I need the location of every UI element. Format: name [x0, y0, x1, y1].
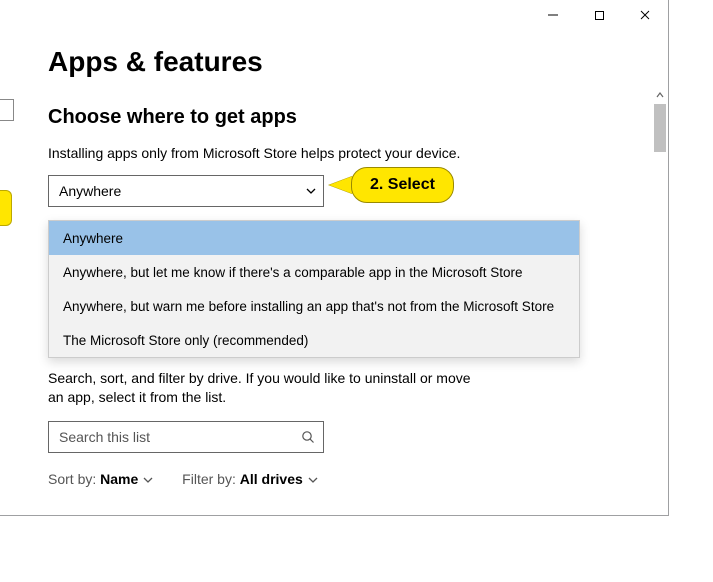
cropped-annotation-fragment [0, 190, 12, 226]
settings-window: Apps & features Choose where to get apps… [0, 0, 669, 516]
maximize-button[interactable] [576, 0, 622, 30]
app-source-dropdown: Anywhere Anywhere, but let me know if th… [48, 220, 580, 358]
chevron-down-icon [142, 474, 154, 486]
filter-by-button[interactable]: Filter by: All drives [182, 471, 319, 487]
app-source-select-value: Anywhere [59, 183, 121, 199]
section-helper-text: Installing apps only from Microsoft Stor… [48, 145, 640, 161]
vertical-scrollbar[interactable] [654, 88, 666, 513]
scroll-up-arrow-icon[interactable] [654, 88, 666, 102]
callout-pointer-icon [329, 176, 353, 194]
annotation-callout: 2. Select [329, 167, 454, 203]
app-source-select[interactable]: Anywhere [48, 175, 324, 207]
page-title: Apps & features [48, 46, 640, 78]
dropdown-option[interactable]: Anywhere [49, 221, 579, 255]
cropped-ui-fragment [0, 99, 14, 121]
dropdown-option[interactable]: Anywhere, but let me know if there's a c… [49, 255, 579, 289]
minimize-button[interactable] [530, 0, 576, 30]
dropdown-option[interactable]: Anywhere, but warn me before installing … [49, 289, 579, 323]
search-icon [301, 430, 315, 444]
section-heading: Choose where to get apps [48, 106, 640, 129]
window-controls [530, 0, 668, 30]
search-placeholder: Search this list [59, 429, 150, 445]
chevron-down-icon [307, 474, 319, 486]
sort-by-button[interactable]: Sort by: Name [48, 471, 154, 487]
dropdown-option[interactable]: The Microsoft Store only (recommended) [49, 323, 579, 357]
callout-label: 2. Select [351, 167, 454, 203]
app-search-input[interactable]: Search this list [48, 421, 324, 453]
app-list-description: Search, sort, and filter by drive. If yo… [48, 369, 488, 407]
close-button[interactable] [622, 0, 668, 30]
chevron-down-icon [305, 185, 317, 197]
scrollbar-thumb[interactable] [654, 104, 666, 152]
